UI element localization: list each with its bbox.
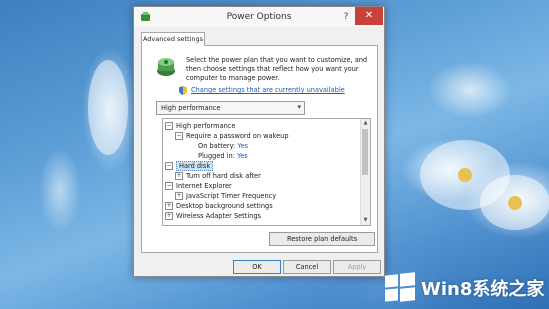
- selected-item-label: Hard disk: [176, 161, 214, 171]
- collapse-icon[interactable]: −: [165, 162, 173, 170]
- uac-shield-icon: [179, 86, 187, 95]
- close-button[interactable]: ✕: [355, 7, 383, 25]
- scroll-thumb[interactable]: [362, 129, 368, 175]
- on-battery-value[interactable]: Yes: [237, 142, 248, 150]
- expand-icon[interactable]: +: [165, 202, 173, 210]
- watermark-text: Win8系统之家: [421, 279, 545, 300]
- title-bar[interactable]: Power Options ? ✕: [134, 7, 384, 27]
- tree-node-hard-disk[interactable]: − Hard disk: [165, 161, 214, 171]
- tree-node-turn-off-hard-disk[interactable]: + Turn off hard disk after: [175, 171, 261, 181]
- expand-icon[interactable]: +: [175, 172, 183, 180]
- collapse-icon[interactable]: −: [175, 132, 183, 140]
- settings-tree[interactable]: − High performance − Require a password on…: [162, 118, 371, 226]
- tree-node-on-battery[interactable]: On battery: Yes: [198, 141, 248, 151]
- ok-button[interactable]: OK: [233, 260, 281, 274]
- watermark: Win8系统之家: [381, 271, 546, 305]
- background-flower: [88, 60, 128, 155]
- tree-node-require-password[interactable]: − Require a password on wakeup: [175, 131, 289, 141]
- help-button[interactable]: ?: [339, 10, 353, 24]
- cancel-button[interactable]: Cancel: [283, 260, 331, 274]
- power-plan-select[interactable]: High performance ▾: [156, 101, 305, 115]
- scroll-down-icon[interactable]: ▼: [361, 216, 370, 225]
- expand-icon[interactable]: +: [165, 212, 173, 220]
- tree-scrollbar[interactable]: ▲ ▼: [360, 119, 370, 225]
- windows-logo-icon: [385, 272, 415, 303]
- power-plan-select-value: High performance: [161, 104, 221, 112]
- collapse-icon[interactable]: −: [165, 182, 173, 190]
- intro-text: Select the power plan that you want to c…: [186, 56, 368, 82]
- apply-button[interactable]: Apply: [333, 260, 381, 274]
- power-plan-icon: [157, 58, 175, 76]
- chevron-down-icon: ▾: [297, 103, 301, 111]
- tree-node-javascript-timer[interactable]: + JavaScript Timer Frequency: [175, 191, 276, 201]
- tree-node-desktop-background[interactable]: + Desktop background settings: [165, 201, 273, 211]
- background-flower: [480, 175, 549, 230]
- advanced-settings-panel: Select the power plan that you want to c…: [141, 45, 378, 253]
- power-options-dialog: Power Options ? ✕ Advanced settings Sele…: [133, 6, 385, 277]
- restore-plan-defaults-button[interactable]: Restore plan defaults: [269, 232, 375, 246]
- collapse-icon[interactable]: −: [165, 122, 173, 130]
- plugged-in-value[interactable]: Yes: [237, 152, 248, 160]
- tree-node-high-performance[interactable]: − High performance: [165, 121, 235, 131]
- expand-icon[interactable]: +: [175, 192, 183, 200]
- tree-node-internet-explorer[interactable]: − Internet Explorer: [165, 181, 232, 191]
- tab-advanced-settings[interactable]: Advanced settings: [141, 32, 205, 46]
- change-settings-link[interactable]: Change settings that are currently unava…: [191, 86, 345, 94]
- tree-node-wireless-adapter[interactable]: + Wireless Adapter Settings: [165, 211, 261, 221]
- tree-node-plugged-in[interactable]: Plugged in: Yes: [198, 151, 248, 161]
- scroll-up-icon[interactable]: ▲: [361, 119, 370, 128]
